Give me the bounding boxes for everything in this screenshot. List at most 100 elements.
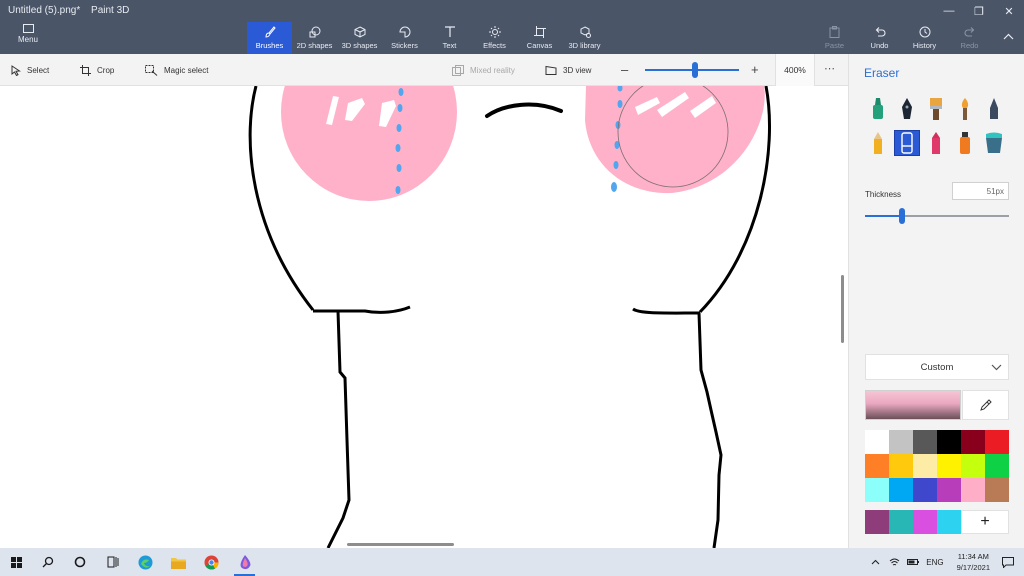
palette-color-2[interactable] xyxy=(913,430,937,454)
horizontal-scrollbar[interactable] xyxy=(347,543,454,546)
window-title: Untitled (5).png* Paint 3D xyxy=(8,5,137,16)
paint-3d-app[interactable] xyxy=(228,548,261,576)
eraser-icon xyxy=(901,132,913,154)
palette-color-3[interactable] xyxy=(937,430,961,454)
palette-color-11[interactable] xyxy=(985,454,1009,478)
eyedropper-button[interactable] xyxy=(962,390,1009,420)
brush-icon xyxy=(264,26,276,38)
zoom-slider-thumb[interactable] xyxy=(691,62,698,78)
edge-app[interactable] xyxy=(129,548,162,576)
current-color-swatch[interactable] xyxy=(865,390,961,420)
effects-icon xyxy=(488,26,501,38)
file-name: Untitled (5).png* xyxy=(8,5,81,16)
drawing-canvas[interactable] xyxy=(0,86,848,548)
menu-label: Menu xyxy=(17,35,38,44)
tab-3d-shapes[interactable]: 3D shapes xyxy=(337,22,382,54)
select-button[interactable]: Select xyxy=(11,54,49,86)
tab-2d-shapes[interactable]: 2D shapes xyxy=(292,22,337,54)
menu-button[interactable]: Menu xyxy=(10,24,46,44)
collapse-ribbon-button[interactable] xyxy=(992,22,1024,54)
text-icon xyxy=(444,26,455,37)
taskbar: ENG 11:34 AM 9/17/2021 xyxy=(0,548,1024,576)
3d-view-button[interactable]: 3D view xyxy=(545,54,591,86)
palette-color-7[interactable] xyxy=(889,454,913,478)
language-indicator[interactable]: ENG xyxy=(926,558,943,567)
color-mode-label: Custom xyxy=(920,361,954,373)
start-button[interactable] xyxy=(0,548,33,576)
oil-brush[interactable] xyxy=(923,96,949,122)
brush-grid xyxy=(865,96,1015,156)
mixed-reality-icon xyxy=(452,64,464,76)
palette-color-12[interactable] xyxy=(865,478,889,502)
custom-color-0[interactable] xyxy=(865,510,889,534)
eraser-brush[interactable] xyxy=(894,130,920,156)
palette-color-10[interactable] xyxy=(961,454,985,478)
file-explorer-app[interactable] xyxy=(162,548,195,576)
history-button[interactable]: History xyxy=(902,22,947,54)
fill-brush[interactable] xyxy=(981,130,1007,156)
palette-color-6[interactable] xyxy=(865,454,889,478)
clock[interactable]: 11:34 AM 9/17/2021 xyxy=(957,551,990,573)
marker-brush[interactable] xyxy=(865,96,891,122)
zoom-value[interactable]: 400% xyxy=(775,54,815,86)
tab-brushes[interactable]: Brushes xyxy=(247,22,292,54)
menu-icon xyxy=(22,24,34,33)
pixel-pen-brush[interactable] xyxy=(981,96,1007,122)
palette-color-5[interactable] xyxy=(985,430,1009,454)
task-view-button[interactable] xyxy=(96,548,129,576)
wifi-icon[interactable] xyxy=(889,558,900,567)
magic-select-button[interactable]: Magic select xyxy=(145,54,208,86)
zoom-in-button[interactable]: + xyxy=(751,62,759,77)
tab-3d-library[interactable]: 3D library xyxy=(562,22,607,54)
spray-can-brush[interactable] xyxy=(952,130,978,156)
chin-left xyxy=(313,305,411,314)
paste-button[interactable]: Paste xyxy=(812,22,857,54)
tab-stickers[interactable]: Stickers xyxy=(382,22,427,54)
edge-icon xyxy=(138,555,153,569)
zoom-out-button[interactable]: – xyxy=(621,62,628,77)
more-options-button[interactable]: ⋯ xyxy=(824,62,835,75)
notification-icon[interactable] xyxy=(1002,556,1014,568)
palette-color-1[interactable] xyxy=(889,430,913,454)
watercolor-brush[interactable] xyxy=(952,96,978,122)
thickness-slider-thumb[interactable] xyxy=(899,208,906,224)
paste-icon xyxy=(829,26,840,38)
palette-color-9[interactable] xyxy=(937,454,961,478)
battery-icon[interactable] xyxy=(907,558,920,566)
tab-text[interactable]: Text xyxy=(427,22,472,54)
palette-color-0[interactable] xyxy=(865,430,889,454)
chevron-up-icon[interactable] xyxy=(871,559,880,565)
palette-color-17[interactable] xyxy=(985,478,1009,502)
vertical-scrollbar[interactable] xyxy=(841,275,844,343)
palette-color-4[interactable] xyxy=(961,430,985,454)
cortana-button[interactable] xyxy=(63,548,96,576)
thickness-input[interactable]: 51px xyxy=(952,182,1009,200)
calligraphy-pen-brush[interactable] xyxy=(894,96,920,122)
maximize-button[interactable]: ❐ xyxy=(964,0,994,22)
palette-color-14[interactable] xyxy=(913,478,937,502)
add-color-button[interactable]: + xyxy=(961,510,1009,534)
crayon-brush[interactable] xyxy=(923,130,949,156)
custom-color-3[interactable] xyxy=(937,510,961,534)
palette-color-16[interactable] xyxy=(961,478,985,502)
tab-effects[interactable]: Effects xyxy=(472,22,517,54)
search-button[interactable] xyxy=(31,548,64,576)
palette-color-15[interactable] xyxy=(937,478,961,502)
close-button[interactable]: ✕ xyxy=(994,0,1024,22)
palette-color-13[interactable] xyxy=(889,478,913,502)
redo-button[interactable]: Redo xyxy=(947,22,992,54)
minimize-button[interactable]: — xyxy=(934,0,964,22)
crop-button[interactable]: Crop xyxy=(80,54,114,86)
pencil-brush[interactable] xyxy=(865,130,891,156)
window-controls: — ❐ ✕ xyxy=(934,0,1024,22)
custom-color-1[interactable] xyxy=(889,510,913,534)
custom-color-2[interactable] xyxy=(913,510,937,534)
3d-view-icon xyxy=(545,65,557,75)
mixed-reality-button[interactable]: Mixed reality xyxy=(452,54,515,86)
undo-button[interactable]: Undo xyxy=(857,22,902,54)
chrome-app[interactable] xyxy=(195,548,228,576)
tab-canvas[interactable]: Canvas xyxy=(517,22,562,54)
clock-date: 9/17/2021 xyxy=(956,563,990,572)
color-mode-dropdown[interactable]: Custom xyxy=(865,354,1009,380)
palette-color-8[interactable] xyxy=(913,454,937,478)
